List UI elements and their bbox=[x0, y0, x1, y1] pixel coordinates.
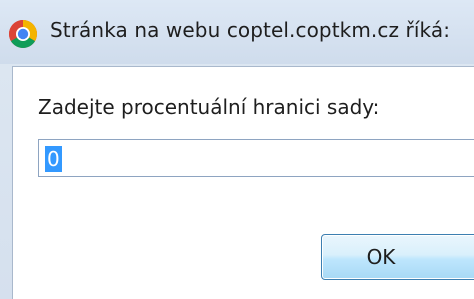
input-selected-text[interactable]: 0 bbox=[45, 146, 62, 172]
dialog-content: Zadejte procentuální hranici sady: 0 OK bbox=[12, 66, 474, 299]
dialog-titlebar: Stránka na webu coptel.coptkm.cz říká: bbox=[0, 0, 474, 64]
prompt-label: Zadejte procentuální hranici sady: bbox=[38, 95, 380, 119]
prompt-input[interactable]: 0 bbox=[38, 139, 474, 177]
chrome-icon bbox=[9, 20, 37, 48]
ok-button[interactable]: OK bbox=[321, 234, 474, 280]
prompt-dialog-window: Stránka na webu coptel.coptkm.cz říká: Z… bbox=[0, 0, 474, 299]
dialog-title: Stránka na webu coptel.coptkm.cz říká: bbox=[50, 18, 451, 42]
